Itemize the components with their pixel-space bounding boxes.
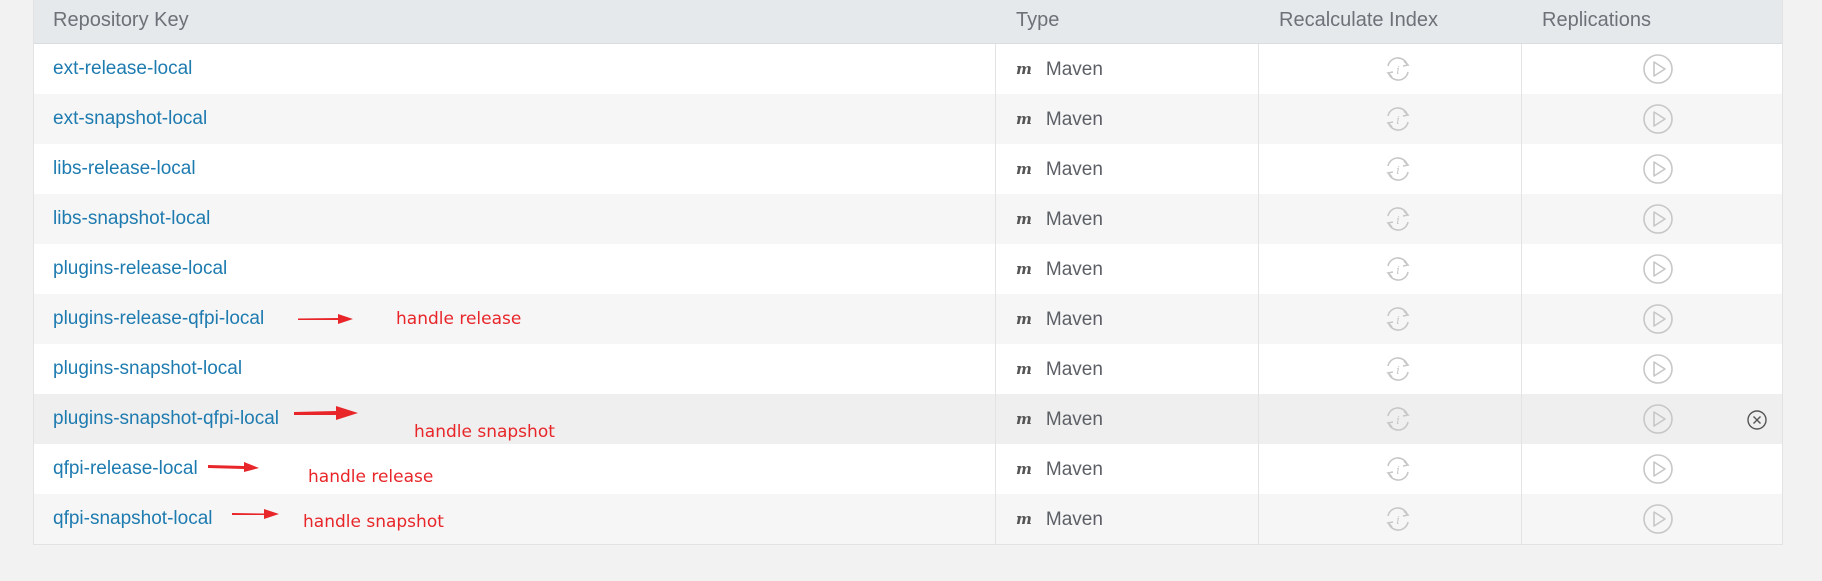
maven-icon: m <box>1016 410 1032 428</box>
replication-play-icon[interactable] <box>1642 353 1674 385</box>
table-row[interactable]: libs-release-local m Maven i <box>34 144 1782 194</box>
maven-icon: m <box>1016 360 1032 378</box>
red-arrow-icon <box>294 406 358 420</box>
recalculate-index-icon[interactable]: i <box>1382 404 1414 434</box>
svg-text:i: i <box>1396 364 1400 377</box>
header-repository-key[interactable]: Repository Key <box>53 0 189 44</box>
maven-icon: m <box>1016 210 1032 228</box>
repository-type: m Maven <box>1016 244 1103 294</box>
repository-type: m Maven <box>1016 194 1103 244</box>
replication-play-icon[interactable] <box>1642 403 1674 435</box>
table-row[interactable]: ext-release-local m Maven i <box>34 44 1782 94</box>
table-row[interactable]: qfpi-snapshot-local m Maven i handle snap… <box>34 494 1782 544</box>
recalculate-index-icon[interactable]: i <box>1382 104 1414 134</box>
maven-icon: m <box>1016 160 1032 178</box>
table-row[interactable]: libs-snapshot-local m Maven i <box>34 194 1782 244</box>
repository-type-label: Maven <box>1045 509 1103 530</box>
table-row[interactable]: qfpi-release-local m Maven i handle relea… <box>34 444 1782 494</box>
repository-type: m Maven <box>1016 144 1103 194</box>
red-arrow-icon <box>298 314 353 324</box>
repository-type-label: Maven <box>1045 359 1103 380</box>
repository-type-label: Maven <box>1045 59 1103 80</box>
repository-type-label: Maven <box>1045 259 1103 280</box>
repository-type: m Maven <box>1016 394 1103 444</box>
repository-key-link[interactable]: ext-snapshot-local <box>53 94 207 144</box>
maven-icon: m <box>1016 510 1032 528</box>
table-header: Repository Key Type Recalculate Index Re… <box>34 0 1782 44</box>
repository-key-link[interactable]: qfpi-release-local <box>53 444 198 494</box>
repository-key-link[interactable]: plugins-snapshot-qfpi-local <box>53 394 279 444</box>
table-row[interactable]: plugins-release-qfpi-local m Maven i hand… <box>34 294 1782 344</box>
annotation-note: handle release <box>308 467 434 487</box>
replication-play-icon[interactable] <box>1642 303 1674 335</box>
recalculate-index-icon[interactable]: i <box>1382 204 1414 234</box>
repository-type: m Maven <box>1016 344 1103 394</box>
maven-icon: m <box>1016 460 1032 478</box>
svg-text:i: i <box>1396 464 1400 477</box>
repository-type-label: Maven <box>1045 459 1103 480</box>
table-row[interactable]: plugins-snapshot-qfpi-local m Maven i han… <box>34 394 1782 444</box>
recalculate-index-icon[interactable]: i <box>1382 304 1414 334</box>
svg-text:i: i <box>1396 514 1400 527</box>
maven-icon: m <box>1016 60 1032 78</box>
red-arrow-icon <box>208 462 259 472</box>
recalculate-index-icon[interactable]: i <box>1382 54 1414 84</box>
repository-key-link[interactable]: libs-release-local <box>53 144 196 194</box>
maven-icon: m <box>1016 110 1032 128</box>
recalculate-index-icon[interactable]: i <box>1382 154 1414 184</box>
svg-text:i: i <box>1396 264 1400 277</box>
red-arrow-icon <box>232 509 279 519</box>
repositories-table: Repository Key Type Recalculate Index Re… <box>33 0 1783 545</box>
repository-type: m Maven <box>1016 494 1103 544</box>
table-row[interactable]: ext-snapshot-local m Maven i <box>34 94 1782 144</box>
recalculate-index-icon[interactable]: i <box>1382 254 1414 284</box>
annotation-note: handle release <box>396 309 522 329</box>
repository-type-label: Maven <box>1045 409 1103 430</box>
svg-text:i: i <box>1396 164 1400 177</box>
replication-play-icon[interactable] <box>1642 153 1674 185</box>
svg-text:i: i <box>1396 114 1400 127</box>
repository-key-link[interactable]: libs-snapshot-local <box>53 194 210 244</box>
maven-icon: m <box>1016 310 1032 328</box>
delete-circle-x-icon[interactable] <box>1746 409 1768 431</box>
replication-play-icon[interactable] <box>1642 453 1674 485</box>
replication-play-icon[interactable] <box>1642 103 1674 135</box>
svg-text:i: i <box>1396 214 1400 227</box>
repository-type-label: Maven <box>1045 159 1103 180</box>
replication-play-icon[interactable] <box>1642 503 1674 535</box>
repository-key-link[interactable]: plugins-release-local <box>53 244 227 294</box>
repository-key-link[interactable]: qfpi-snapshot-local <box>53 494 212 544</box>
svg-text:i: i <box>1396 314 1400 327</box>
repository-type: m Maven <box>1016 44 1103 94</box>
annotation-note: handle snapshot <box>414 422 555 442</box>
replication-play-icon[interactable] <box>1642 203 1674 235</box>
table-row[interactable]: plugins-release-local m Maven i <box>34 244 1782 294</box>
svg-text:i: i <box>1396 414 1400 427</box>
repository-key-link[interactable]: plugins-snapshot-local <box>53 344 242 394</box>
recalculate-index-icon[interactable]: i <box>1382 504 1414 534</box>
header-replications: Replications <box>1542 9 1651 31</box>
recalculate-index-icon[interactable]: i <box>1382 454 1414 484</box>
repository-type: m Maven <box>1016 294 1103 344</box>
svg-text:i: i <box>1396 64 1400 77</box>
header-type[interactable]: Type <box>1016 0 1059 44</box>
replication-play-icon[interactable] <box>1642 53 1674 85</box>
annotation-note: handle snapshot <box>303 512 444 532</box>
header-recalculate-index: Recalculate Index <box>1279 9 1438 31</box>
repository-type: m Maven <box>1016 94 1103 144</box>
table-row[interactable]: plugins-snapshot-local m Maven i <box>34 344 1782 394</box>
repository-type-label: Maven <box>1045 209 1103 230</box>
repository-type-label: Maven <box>1045 109 1103 130</box>
repository-key-link[interactable]: plugins-release-qfpi-local <box>53 294 264 344</box>
replication-play-icon[interactable] <box>1642 253 1674 285</box>
repository-key-link[interactable]: ext-release-local <box>53 44 192 94</box>
repository-type-label: Maven <box>1045 309 1103 330</box>
repository-type: m Maven <box>1016 444 1103 494</box>
recalculate-index-icon[interactable]: i <box>1382 354 1414 384</box>
maven-icon: m <box>1016 260 1032 278</box>
